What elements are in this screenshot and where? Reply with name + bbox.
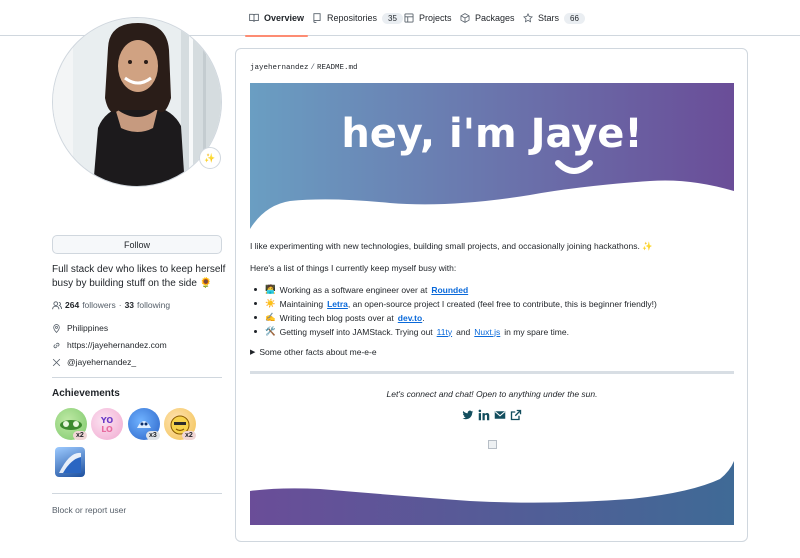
following-label[interactable]: following <box>137 300 170 310</box>
arctic-vault-icon <box>59 452 81 473</box>
badge-count: x2 <box>73 431 87 440</box>
svg-text:YO: YO <box>100 416 114 425</box>
following-count[interactable]: 33 <box>125 300 134 310</box>
emoji-tools-icon: 🛠️ <box>265 326 276 336</box>
stars-count: 66 <box>564 12 585 24</box>
emoji-technologist-icon: 🧑‍💻 <box>265 284 276 294</box>
yolo-icon: YOLO <box>100 416 114 434</box>
separator-dot: · <box>118 300 122 310</box>
details-toggle[interactable]: ▶ Some other facts about me-e-e <box>250 347 377 357</box>
divider <box>52 377 222 378</box>
location-text: Philippines <box>67 323 109 333</box>
bullet <box>254 302 257 305</box>
website-link[interactable]: https://jayehernandez.com <box>67 340 167 350</box>
website-row: https://jayehernandez.com <box>52 340 167 350</box>
broken-image-icon <box>488 440 497 449</box>
letra-link[interactable]: Letra <box>327 299 348 309</box>
triangle-right-icon: ▶ <box>250 349 256 356</box>
followers-count[interactable]: 264 <box>65 300 79 310</box>
list-item: ✍️ Writing tech blog posts over at dev.t… <box>254 312 425 323</box>
nuxtjs-link[interactable]: Nuxt.js <box>474 327 500 337</box>
emoji-writing-hand-icon: ✍️ <box>265 312 276 322</box>
bullet <box>254 316 257 319</box>
link-icon <box>53 342 60 348</box>
svg-text:LO: LO <box>101 425 113 434</box>
follow-stats: 264 followers · 33 following <box>52 300 170 310</box>
badge-count: x2 <box>182 431 196 440</box>
twitter-icon[interactable] <box>462 409 474 421</box>
sparkles-icon: ✨ <box>204 152 216 163</box>
list-item: 🛠️ Getting myself into JAMStack. Trying … <box>254 326 569 337</box>
badge-arctic-code-vault[interactable] <box>55 447 85 477</box>
follow-button[interactable]: Follow <box>52 235 222 254</box>
list-item-text: Getting myself into JAMStack. Trying out <box>279 326 433 337</box>
list-item-text: and <box>456 326 471 337</box>
badge-yolo[interactable]: YO LO <box>91 408 123 440</box>
list-item-text: Working as a software engineer over at <box>279 284 428 295</box>
details-label: Some other facts about me-e-e <box>259 347 377 357</box>
readme-footer-wave <box>250 461 734 525</box>
tab-packages[interactable]: Packages <box>460 0 515 36</box>
repositories-count: 35 <box>382 12 403 24</box>
breadcrumb-separator: / <box>310 64 316 72</box>
tab-repositories[interactable]: Repositories 35 <box>312 0 403 36</box>
block-report-link[interactable]: Block or report user <box>52 505 126 515</box>
table-icon <box>404 13 414 23</box>
tab-stars[interactable]: Stars 66 <box>523 0 585 36</box>
bullet <box>254 288 257 291</box>
x-logo-icon <box>52 358 61 366</box>
star-icon <box>523 13 533 23</box>
rounded-link[interactable]: Rounded <box>431 285 468 295</box>
list-item-text: , an open-source project I created (feel… <box>347 298 657 309</box>
tab-label: Projects <box>419 13 452 23</box>
linkedin-icon[interactable] <box>478 409 490 421</box>
list-item-text: Writing tech blog posts over at <box>279 312 394 323</box>
twitter-link[interactable]: @jayehernandez_ <box>67 357 136 367</box>
horizontal-rule <box>250 371 734 374</box>
people-icon <box>52 300 62 309</box>
twitter-row: @jayehernandez_ <box>52 357 136 367</box>
readme-file-link[interactable]: README.md <box>317 64 358 72</box>
list-item-text: . <box>422 312 425 323</box>
readme-intro: I like experimenting with new technologi… <box>250 241 653 251</box>
tab-label: Repositories <box>327 13 378 23</box>
11ty-link[interactable]: 11ty <box>437 327 452 337</box>
package-icon <box>460 13 470 23</box>
tab-label: Overview <box>264 13 305 23</box>
banner-title: hey, i'm Jaye! <box>341 111 642 157</box>
book-icon <box>249 13 259 22</box>
external-link-icon[interactable] <box>510 409 522 421</box>
email-icon[interactable] <box>494 409 506 421</box>
list-item: ☀️ Maintaining Letra, an open-source pro… <box>254 298 657 309</box>
avatar[interactable] <box>52 17 222 187</box>
list-item-text: Maintaining <box>279 298 324 309</box>
list-item-text: in my spare time. <box>504 326 569 337</box>
readme-banner: hey, i'm Jaye! <box>250 83 734 229</box>
readme-owner-link[interactable]: jayehernandez <box>250 64 309 72</box>
tab-label: Packages <box>475 13 515 23</box>
readme-breadcrumb: jayehernandez / README.md <box>250 64 358 72</box>
bullet <box>254 330 257 333</box>
status-bubble[interactable]: ✨ <box>199 147 221 169</box>
location-icon <box>53 323 60 333</box>
location-row: Philippines <box>52 323 108 333</box>
followers-label[interactable]: followers <box>82 300 116 310</box>
divider <box>52 493 222 494</box>
list-item: 🧑‍💻 Working as a software engineer over … <box>254 284 468 295</box>
profile-bio: Full stack dev who likes to keep herself… <box>52 264 226 289</box>
tab-projects[interactable]: Projects <box>404 0 452 36</box>
avatar-photo <box>53 18 221 186</box>
readme-card: jayehernandez / README.md hey, i'm Jaye! I… <box>235 48 748 542</box>
badge-count: x3 <box>146 431 160 440</box>
tab-overview[interactable]: Overview <box>244 0 309 37</box>
devto-link[interactable]: dev.to <box>398 313 422 323</box>
tab-label: Stars <box>538 13 560 23</box>
repo-icon <box>313 13 321 23</box>
connect-text: Let's connect and chat! Open to anything… <box>386 389 598 399</box>
emoji-sun-icon: ☀️ <box>265 298 276 308</box>
readme-list-intro: Here's a list of things I currently keep… <box>250 263 457 273</box>
achievements-title: Achievements <box>52 388 120 399</box>
